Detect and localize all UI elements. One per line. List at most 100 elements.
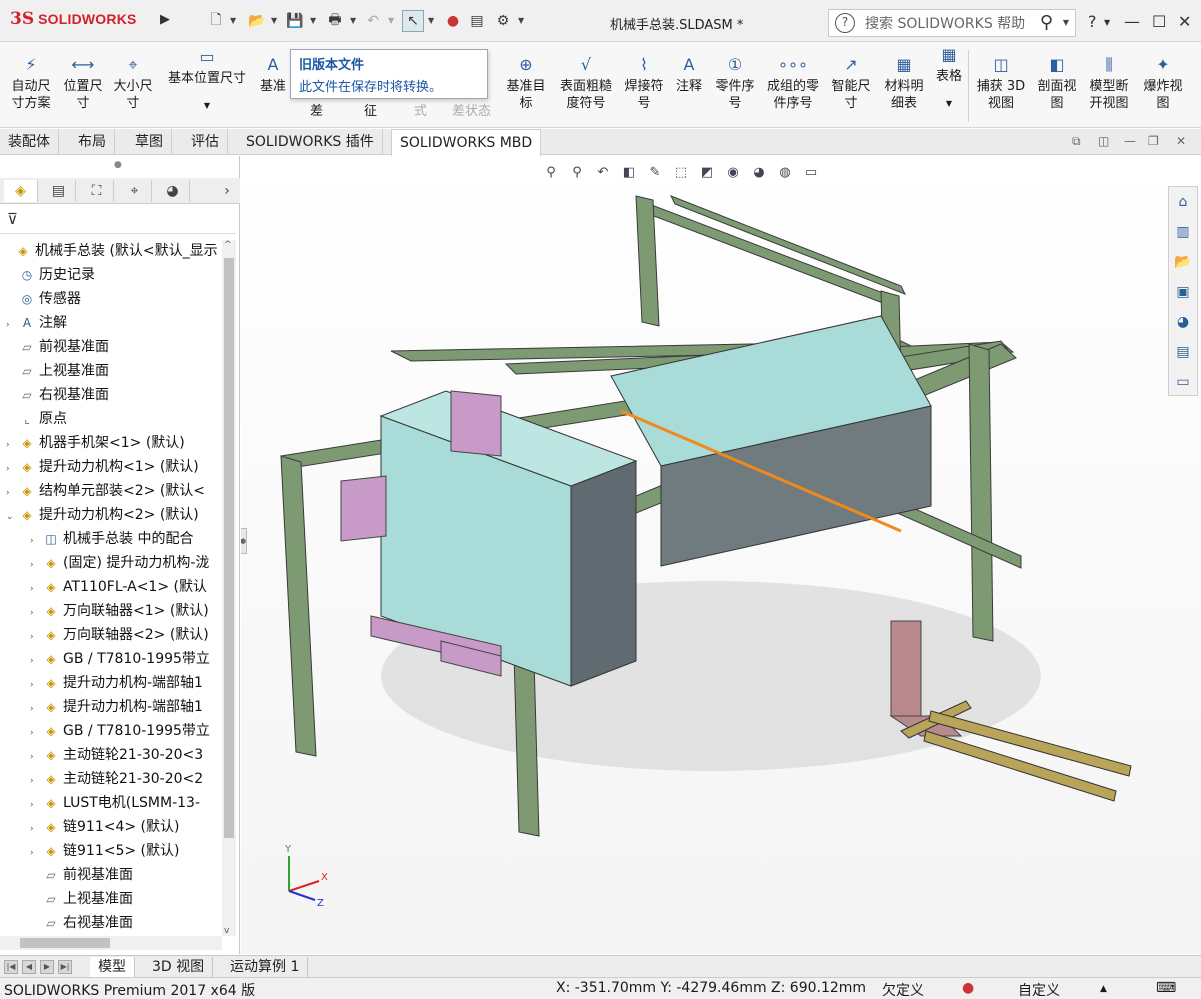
tree-node[interactable]: › ◈ 提升动力机构-端部轴1 (30, 696, 203, 718)
scroll-up-icon[interactable]: ^ (224, 240, 232, 250)
tree-node[interactable]: › ◈ LUST电机(LSMM-13- (30, 792, 200, 814)
tree-node[interactable]: ◈ 机械手总装 (默认<默认_显示 (2, 240, 217, 262)
undo-icon[interactable]: ↶ (362, 10, 384, 32)
size-dimension-button[interactable]: ⌖ 大小尺 寸 (110, 56, 156, 112)
scroll-thumb[interactable] (224, 258, 234, 838)
expand-arrow-icon[interactable]: › (6, 314, 18, 336)
model-break-view-button[interactable]: ⫼ 模型断 开视图 (1084, 56, 1134, 112)
expand-arrow-icon[interactable]: › (6, 482, 18, 504)
save-icon[interactable]: 💾 (284, 10, 306, 32)
status-help-icon[interactable]: ⌨ (1156, 980, 1176, 996)
tree-node[interactable]: › ◈ 结构单元部装<2> (默认< (6, 480, 205, 502)
forum-icon[interactable]: ▭ (1169, 367, 1197, 397)
tree-node[interactable]: ▱ 前视基准面 (30, 864, 133, 886)
expand-arrow-icon[interactable]: › (30, 746, 42, 768)
tree-node[interactable]: ▱ 前视基准面 (6, 336, 109, 358)
tree-node[interactable]: › ◈ (固定) 提升动力机构-泷 (30, 552, 209, 574)
tile-icon[interactable]: ⧉ (1072, 134, 1081, 149)
expand-arrow-icon[interactable]: › (30, 770, 42, 792)
expand-arrow-icon[interactable]: ⌄ (6, 506, 18, 528)
featuremanager-tab-icon[interactable]: ◈ (4, 180, 38, 202)
tree-node[interactable]: › ◈ GB / T7810-1995带立 (30, 648, 210, 670)
doc-minimize-icon[interactable]: — (1124, 134, 1136, 148)
expand-arrow-icon[interactable]: › (30, 530, 42, 552)
tree-node[interactable]: ▱ 上视基准面 (6, 360, 109, 382)
doc-close-icon[interactable]: ✕ (1176, 134, 1186, 148)
tree-vertical-scrollbar[interactable]: ^ v (222, 240, 236, 936)
search-caret-icon[interactable]: ▼ (1063, 18, 1069, 27)
panel-collapse-handle[interactable]: ● (241, 528, 247, 554)
capture-3d-view-button[interactable]: ◫ 捕获 3D 视图 (974, 56, 1028, 112)
units-caret-icon[interactable]: ▲ (1100, 984, 1107, 994)
tree-node[interactable]: ▱ 右视基准面 (30, 912, 133, 934)
last-tab-icon[interactable]: ▶| (58, 960, 72, 974)
tab-mbd[interactable]: SOLIDWORKS MBD (391, 129, 542, 156)
new-document-icon[interactable]: 🗋 (205, 10, 227, 32)
tree-node[interactable]: ▱ 上视基准面 (30, 888, 133, 910)
surface-finish-button[interactable]: √ 表面粗糙 度符号 (556, 56, 616, 112)
expand-arrow-icon[interactable]: › (30, 698, 42, 720)
section-view-button[interactable]: ◧ 剖面视 图 (1032, 56, 1082, 112)
tree-node[interactable]: ⌞ 原点 (6, 408, 67, 430)
expand-arrow-icon[interactable]: › (30, 794, 42, 816)
appearances-icon[interactable]: ◕ (1169, 307, 1197, 337)
search-icon[interactable]: ⚲ (1040, 12, 1053, 33)
tree-horizontal-scrollbar[interactable] (0, 936, 222, 950)
close-icon[interactable]: ✕ (1178, 12, 1191, 31)
view-palette-icon[interactable]: ▣ (1169, 277, 1197, 307)
tree-node[interactable]: › ◈ 万向联轴器<2> (默认) (30, 624, 209, 646)
tree-node[interactable]: › ◈ 主动链轮21-30-20<2 (30, 768, 203, 790)
help-button[interactable]: ? (1088, 12, 1097, 31)
datum-button[interactable]: A 基准 (256, 56, 290, 95)
file-properties-icon[interactable]: ▤ (466, 10, 488, 32)
expand-arrow-icon[interactable]: › (30, 578, 42, 600)
doc-restore-icon[interactable]: ❐ (1148, 134, 1159, 148)
options-gear-icon[interactable]: ⚙ (492, 10, 514, 32)
doc-restore-left-icon[interactable]: ◫ (1098, 134, 1109, 148)
tree-node[interactable]: › ◈ 机器手机架<1> (默认) (6, 432, 185, 454)
scroll-down-icon[interactable]: v (224, 926, 229, 936)
expand-arrow-icon[interactable]: › (30, 842, 42, 864)
expand-arrow-icon[interactable]: › (30, 674, 42, 696)
exploded-view-button[interactable]: ✦ 爆炸视 图 (1138, 56, 1188, 112)
first-tab-icon[interactable]: |◀ (4, 960, 18, 974)
smart-dimension-button[interactable]: ↗ 智能尺 寸 (828, 56, 874, 112)
note-button[interactable]: A 注释 (672, 56, 706, 95)
next-tab-icon[interactable]: ▶ (40, 960, 54, 974)
tree-node[interactable]: › ◈ GB / T7810-1995带立 (30, 720, 210, 742)
tab-addins[interactable]: SOLIDWORKS 插件 (238, 129, 383, 155)
help-caret-icon[interactable]: ▼ (1104, 18, 1110, 27)
tree-node[interactable]: › ◈ 链911<4> (默认) (30, 816, 179, 838)
auto-dimension-button[interactable]: ⚡ 自动尺 寸方案 (8, 56, 54, 112)
display-manager-tab-icon[interactable]: ◕ (156, 180, 190, 202)
table-button[interactable]: ▦ 表格 ▼ (932, 46, 966, 112)
print-caret-icon[interactable]: ▼ (350, 16, 356, 25)
basic-location-dimension-button[interactable]: ▭ 基本位置尺寸 ▼ (164, 48, 250, 114)
tree-node[interactable]: › ◈ 提升动力机构<1> (默认) (6, 456, 199, 478)
expand-arrow-icon[interactable]: › (30, 626, 42, 648)
expand-arrow-icon[interactable]: › (6, 434, 18, 456)
expand-arrow-icon[interactable]: › (30, 602, 42, 624)
solidworks-resources-icon[interactable]: ⌂ (1169, 187, 1197, 217)
dimxpert-tab-icon[interactable]: ⌖ (118, 180, 152, 202)
search-input[interactable]: ? 搜索 SOLIDWORKS 帮助 ⚲ ▼ (828, 9, 1076, 37)
undo-caret-icon[interactable]: ▼ (388, 16, 394, 25)
expand-arrow-icon[interactable]: › (30, 818, 42, 840)
select-icon[interactable]: ↖ (402, 10, 424, 32)
open-icon[interactable]: 📂 (246, 10, 268, 32)
bom-button[interactable]: ▦ 材料明 细表 (880, 56, 928, 112)
graphics-area[interactable]: ⚲ ⚲ ↶ ◧ ✎ ⬚ ◩ ◉ ◕ ◍ ▭ Y X Z ● (241, 156, 1201, 954)
weld-symbol-button[interactable]: ⌇ 焊接符 号 (622, 56, 666, 112)
save-caret-icon[interactable]: ▼ (310, 16, 316, 25)
tree-filter[interactable]: ⊽ (0, 206, 236, 234)
tree-node[interactable]: › ◈ AT110FL-A<1> (默认 (30, 576, 207, 598)
tree-node[interactable]: › ◈ 主动链轮21-30-20<3 (30, 744, 203, 766)
assembly-model[interactable]: Y X Z (241, 156, 1201, 954)
solidworks-logo[interactable]: 3S SOLIDWORKS (10, 9, 137, 29)
new-caret-icon[interactable]: ▼ (230, 16, 236, 25)
tree-node[interactable]: ◎ 传感器 (6, 288, 81, 310)
stacked-balloon-button[interactable]: ∘∘∘ 成组的零 件序号 (762, 56, 824, 112)
unit-system[interactable]: 自定义 (1018, 980, 1060, 999)
propertymanager-tab-icon[interactable]: ▤ (42, 180, 76, 202)
panel-grip-icon[interactable]: ● (114, 160, 122, 170)
